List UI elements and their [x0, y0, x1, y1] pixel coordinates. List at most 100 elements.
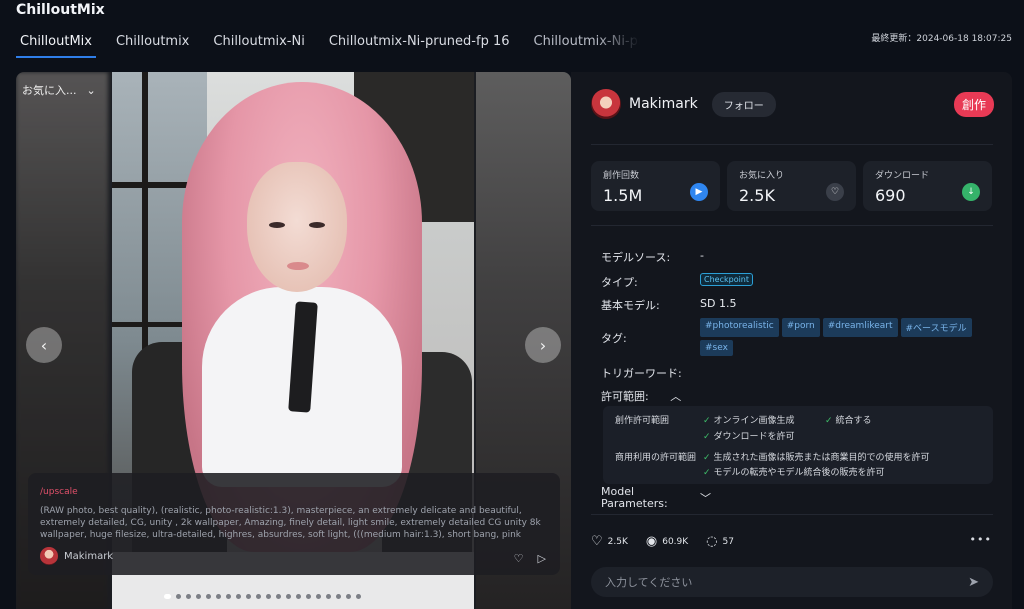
tab-chilloutmix-ni-pruned-fp32[interactable]: Chilloutmix-Ni-pruned-fp 32 [530, 34, 640, 58]
divider [591, 144, 993, 145]
base-model-label: 基本モデル: [601, 299, 660, 312]
comment-icon: ◌ [706, 534, 718, 549]
creation-license-label: 創作許可範囲 [615, 416, 670, 426]
type-badge: Checkpoint [700, 273, 754, 286]
tab-chilloutmix-2[interactable]: Chilloutmix [112, 34, 193, 58]
heart-icon[interactable]: ♡ [514, 552, 524, 565]
stat-favorites: お気に入り 2.5K ♡ [727, 161, 856, 211]
carousel-dot[interactable] [346, 594, 351, 599]
carousel-dot[interactable] [326, 594, 331, 599]
caption-author[interactable]: Makimark [40, 547, 113, 565]
comment-box: ➤ [591, 567, 993, 597]
carousel-dot[interactable] [186, 594, 191, 599]
license-details: 創作許可範囲 ✓ オンライン画像生成 ✓ 統合する ✓ ダウンロードを許可 商用利用の… [603, 406, 993, 484]
check-icon: ✓ [703, 468, 711, 478]
next-image-button[interactable]: › [525, 327, 561, 363]
carousel-dot[interactable] [296, 594, 301, 599]
base-model-value: SD 1.5 [700, 297, 737, 310]
carousel-dot[interactable] [246, 594, 251, 599]
more-options-icon[interactable]: ••• [970, 533, 992, 546]
prompt-caption: /upscale (RAW photo, best quality), (rea… [28, 473, 560, 575]
comment-count[interactable]: ◌ 57 [706, 534, 734, 549]
model-info-panel: Makimark フォロー 創作 創作回数 1.5M ▶ お気に入り 2.5K … [571, 72, 1012, 609]
model-version-tabs: ChilloutMix Chilloutmix Chilloutmix-Ni C… [16, 34, 656, 58]
tag-porn[interactable]: #porn [781, 318, 820, 337]
engagement-metrics: ♡ 2.5K ◉ 60.9K ◌ 57 [591, 534, 734, 549]
check-icon: ✓ [825, 416, 833, 426]
license-item: ✓ 統合する [825, 416, 872, 426]
trigger-words-label: トリガーワード: [601, 367, 682, 380]
face [247, 162, 347, 292]
check-icon: ✓ [703, 416, 711, 426]
tag-sex[interactable]: #sex [700, 340, 733, 356]
chevron-left-icon: ‹ [40, 335, 48, 355]
stat-create-count: 創作回数 1.5M ▶ [591, 161, 720, 211]
caption-author-name: Makimark [64, 550, 114, 562]
tab-chilloutmix-ni-pruned-fp16[interactable]: Chilloutmix-Ni-pruned-fp 16 [325, 34, 514, 58]
tag-dreamlikeart[interactable]: #dreamlikeart [822, 318, 898, 337]
check-icon: ✓ [703, 453, 711, 463]
prompt-text: (RAW photo, best quality), (realistic, p… [40, 506, 541, 540]
play-icon[interactable]: ▷ [538, 552, 546, 565]
send-icon[interactable]: ➤ [968, 575, 979, 590]
tab-chilloutmix[interactable]: ChilloutMix [16, 34, 96, 58]
chevron-right-icon: › [539, 335, 547, 355]
chevron-up-icon[interactable]: ︿ [670, 390, 681, 403]
carousel-dots [164, 594, 361, 599]
license-label[interactable]: 許可範囲: ︿ [601, 388, 681, 404]
play-icon[interactable]: ▶ [690, 183, 708, 201]
author-row: Makimark フォロー [591, 89, 776, 119]
tag-base-model[interactable]: #ベースモデル [900, 318, 972, 337]
carousel-dot[interactable] [276, 594, 281, 599]
carousel-dot[interactable] [336, 594, 341, 599]
avatar [40, 547, 58, 565]
carousel-dot[interactable] [164, 594, 171, 599]
chevron-down-icon: ⌄ [86, 83, 96, 97]
comment-input[interactable] [605, 575, 925, 589]
carousel-dot[interactable] [206, 594, 211, 599]
carousel-dot[interactable] [256, 594, 261, 599]
chevron-down-icon[interactable]: ﹀ [700, 490, 711, 506]
type-label: タイプ: [601, 276, 638, 289]
favorite-dropdown-label: お気に入... [22, 84, 77, 97]
carousel-dot[interactable] [176, 594, 181, 599]
eye-icon: ◉ [645, 534, 658, 549]
tag-photorealistic[interactable]: #photorealistic [700, 318, 779, 337]
carousel-dot[interactable] [226, 594, 231, 599]
license-item: ✓ モデルの転売やモデル統合後の販売を許可 [703, 468, 885, 478]
image-viewer: お気に入... ⌄ ‹ › /upscale (RAW photo, best … [16, 72, 571, 609]
prev-image-button[interactable]: ‹ [26, 327, 62, 363]
carousel-dot[interactable] [196, 594, 201, 599]
avatar[interactable] [591, 89, 621, 119]
check-icon: ✓ [703, 432, 711, 442]
caption-tag[interactable]: /upscale [40, 487, 548, 497]
model-parameters-label: Model Parameters: [601, 486, 668, 510]
carousel-dot[interactable] [356, 594, 361, 599]
follow-button[interactable]: フォロー [711, 91, 776, 117]
license-item: ✓ 生成された画像は販売または商業目的での使用を許可 [703, 453, 930, 463]
carousel-dot[interactable] [286, 594, 291, 599]
heart-icon: ♡ [591, 534, 603, 549]
last-updated: 最終更新：2024-06-18 18:07:25 [871, 34, 1012, 44]
download-icon[interactable]: ↓ [962, 183, 980, 201]
tags-label: タグ: [601, 332, 627, 345]
heart-icon[interactable]: ♡ [826, 183, 844, 201]
divider [591, 225, 993, 226]
stat-downloads: ダウンロード 690 ↓ [863, 161, 992, 211]
carousel-dot[interactable] [266, 594, 271, 599]
like-count[interactable]: ♡ 2.5K [591, 534, 628, 549]
divider [591, 514, 993, 515]
create-button[interactable]: 創作 [953, 92, 994, 117]
carousel-dot[interactable] [306, 594, 311, 599]
commercial-license-label: 商用利用の許可範囲 [615, 453, 697, 463]
carousel-dot[interactable] [236, 594, 241, 599]
carousel-dot[interactable] [316, 594, 321, 599]
model-source-label: モデルソース: [601, 251, 671, 264]
favorite-dropdown[interactable]: お気に入... ⌄ [22, 82, 96, 98]
model-source-value: - [700, 249, 704, 262]
license-item: ✓ ダウンロードを許可 [703, 432, 795, 442]
carousel-dot[interactable] [216, 594, 221, 599]
page-title: ChilloutMix [16, 2, 105, 18]
author-name[interactable]: Makimark [629, 96, 698, 112]
tab-chilloutmix-ni[interactable]: Chilloutmix-Ni [209, 34, 308, 58]
